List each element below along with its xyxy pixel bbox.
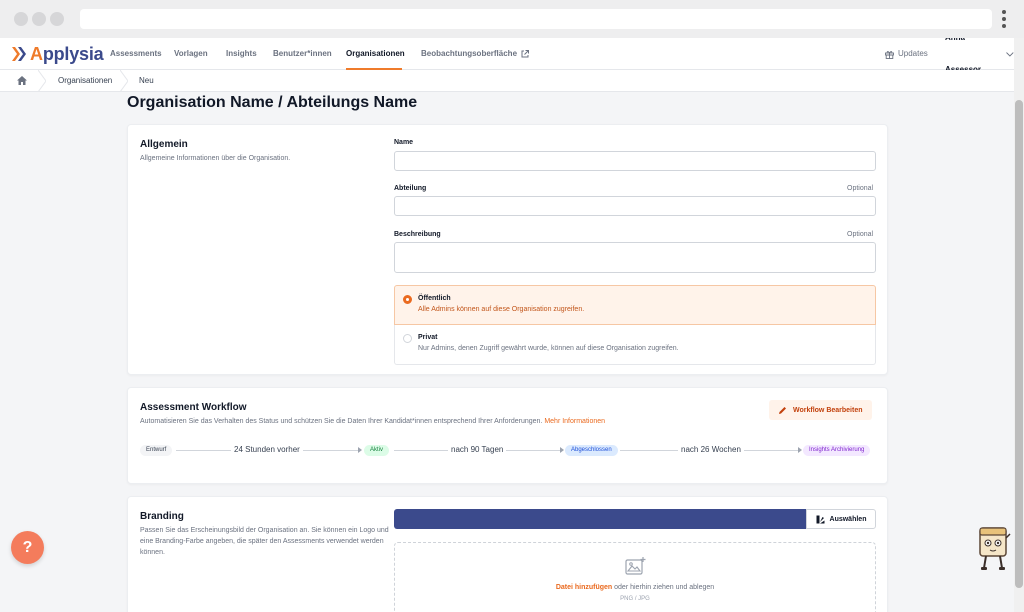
home-icon[interactable] [17, 76, 27, 85]
breadcrumb: Organisationen Neu [0, 70, 1014, 92]
department-optional: Optional [847, 185, 874, 192]
add-file-link[interactable]: Datei hinzufügen [556, 584, 612, 591]
workflow-transition: nach 90 Tagen [448, 445, 507, 454]
nav-assessments[interactable]: Assessments [110, 38, 162, 70]
gift-icon [885, 50, 894, 59]
palette-icon [816, 515, 825, 523]
radio-private[interactable] [403, 334, 412, 343]
scrollbar-thumb[interactable] [1015, 100, 1023, 588]
visibility-public-option[interactable]: Öffentlich Alle Admins können auf diese … [394, 285, 876, 325]
general-description: Allgemeine Informationen über die Organi… [140, 155, 291, 162]
branding-title: Branding [140, 511, 184, 522]
select-color-button[interactable]: Auswählen [806, 509, 876, 529]
nav-beobachtungsoberflaeche-label: Beobachtungsoberfläche [421, 49, 518, 58]
private-description: Nur Admins, denen Zugriff gewährt wurde,… [418, 345, 679, 352]
workflow-step-insights-archivierung: Insights Archivierung [803, 445, 871, 456]
nav-benutzerinnen[interactable]: Benutzer*innen [273, 38, 332, 70]
general-title: Allgemein [140, 139, 188, 150]
external-link-icon [521, 50, 530, 58]
workflow-transition: nach 26 Wochen [678, 445, 744, 454]
logo-rest: pplysia [42, 43, 104, 64]
updates-button[interactable]: Updates [885, 38, 928, 70]
breadcrumb-separator [38, 70, 46, 92]
pencil-icon [779, 406, 786, 414]
dropzone-instruction: oder hierhin ziehen und ablegen [612, 584, 715, 591]
page-title: Organisation Name / Abteilungs Name [127, 94, 418, 111]
arrow-right-icon [358, 447, 362, 453]
public-description: Alle Admins können auf diese Organisatio… [418, 306, 585, 313]
breadcrumb-organisationen[interactable]: Organisationen [58, 70, 112, 92]
app-viewport: Applysia Assessments Vorlagen Insights B… [0, 38, 1014, 612]
description-textarea[interactable] [394, 242, 876, 273]
name-input[interactable] [394, 151, 876, 171]
public-title: Öffentlich [418, 295, 451, 302]
window-dot [14, 12, 28, 26]
branding-card: Branding Passen Sie das Erscheinungsbild… [127, 496, 888, 612]
logo-dropzone[interactable]: Datei hinzufügen oder hierhin ziehen und… [394, 542, 876, 612]
workflow-title: Assessment Workflow [140, 402, 247, 413]
name-label: Name [394, 139, 414, 146]
description-optional: Optional [847, 231, 874, 238]
arrow-right-icon [560, 447, 564, 453]
dropzone-text: Datei hinzufügen oder hierhin ziehen und… [395, 584, 875, 591]
help-button[interactable]: ? [11, 531, 44, 564]
branding-description: Passen Sie das Erscheinungsbild der Orga… [140, 527, 389, 556]
address-bar[interactable] [80, 9, 992, 29]
logo-chevron-icon [12, 47, 26, 61]
department-label: Abteilung [394, 185, 427, 192]
user-menu[interactable]: Anna Assessor [945, 38, 1014, 74]
top-navigation: Applysia Assessments Vorlagen Insights B… [0, 38, 1014, 74]
nav-organisationen[interactable]: Organisationen [346, 38, 405, 70]
workflow-step-abgeschlossen: Abgeschlossen [565, 445, 618, 456]
logo-prefix: A [30, 43, 43, 64]
browser-menu-icon[interactable] [1000, 10, 1008, 30]
updates-label: Updates [898, 49, 928, 58]
visibility-private-option[interactable]: Privat Nur Admins, denen Zugriff gewährt… [394, 325, 876, 365]
radio-public[interactable] [403, 295, 412, 304]
window-dot [32, 12, 46, 26]
browser-chrome [0, 0, 1024, 38]
breadcrumb-separator [120, 70, 128, 92]
workflow-transition: 24 Stunden vorher [231, 445, 303, 454]
workflow-step-aktiv: Aktiv [364, 445, 390, 456]
brand-color-swatch[interactable] [394, 509, 806, 529]
applysia-logo[interactable]: Applysia [12, 43, 104, 65]
workflow-description-text: Automatisieren Sie das Verhalten des Sta… [140, 418, 543, 425]
chevron-down-icon [1006, 51, 1014, 57]
scrollbar[interactable] [1014, 38, 1024, 612]
description-label: Beschreibung [394, 231, 441, 238]
edit-workflow-label: Workflow Bearbeiten [793, 406, 863, 414]
workflow-card: Assessment Workflow Automatisieren Sie d… [127, 387, 888, 484]
edit-workflow-button[interactable]: Workflow Bearbeiten [769, 400, 872, 420]
more-info-link[interactable]: Mehr Informationen [544, 418, 605, 425]
nav-beobachtungsoberflaeche[interactable]: Beobachtungsoberfläche [421, 38, 530, 70]
workflow-step-entwurf: Entwurf [140, 445, 173, 456]
breadcrumb-neu: Neu [139, 76, 154, 85]
nav-vorlagen[interactable]: Vorlagen [174, 38, 208, 70]
private-title: Privat [418, 334, 438, 341]
general-card: Allgemein Allgemeine Informationen über … [127, 124, 888, 375]
window-dot [50, 12, 64, 26]
workflow-description: Automatisieren Sie das Verhalten des Sta… [140, 416, 700, 427]
department-input[interactable] [394, 196, 876, 216]
nav-insights[interactable]: Insights [226, 38, 257, 70]
dropzone-hint: PNG / JPG [620, 596, 650, 602]
arrow-right-icon [798, 447, 802, 453]
select-color-label: Auswählen [829, 515, 867, 523]
image-upload-icon [625, 557, 646, 575]
mascot-icon[interactable] [976, 524, 1012, 572]
